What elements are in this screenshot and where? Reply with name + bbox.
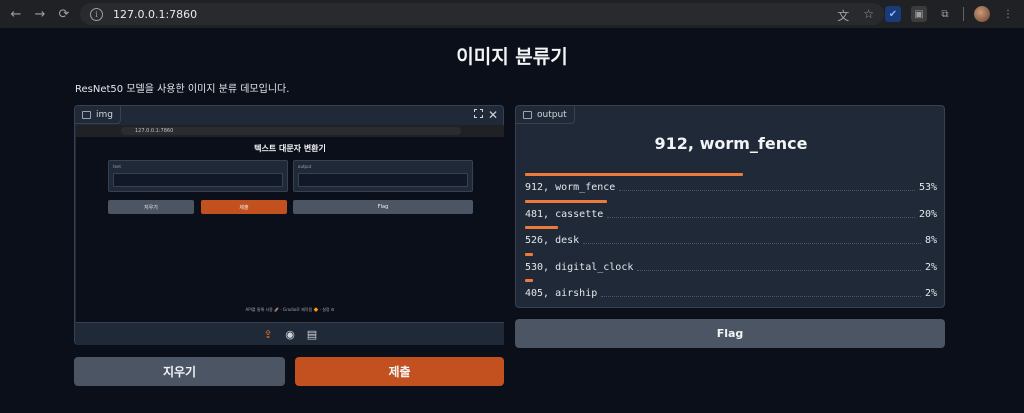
- output-label: output: [516, 106, 575, 124]
- confidence-row: 405, airship 2%: [525, 288, 937, 299]
- forward-icon[interactable]: →: [30, 4, 50, 24]
- image-footer: API를 통해 사용 🚀 · Gradio로 제작됨 🔶 · 설정 ⚙: [245, 307, 335, 312]
- page-title: 이미지 분류기: [456, 46, 568, 68]
- image-source-toolbar: ⇪ ◉ ▤: [76, 322, 504, 345]
- output-label-text: output: [537, 109, 567, 120]
- extension-icon[interactable]: ▣: [911, 6, 927, 22]
- browser-toolbar: ← → ⟳ i 127.0.0.1:7860 文 ☆ ✔ ▣ ⧉ ⋮: [0, 0, 1024, 28]
- webcam-icon[interactable]: ◉: [283, 327, 297, 341]
- image-text-label: text: [113, 164, 121, 169]
- confidence-bar: [525, 199, 608, 203]
- confidence-item: 405, airship 2%: [525, 279, 937, 306]
- confidence-label: 912, worm_fence: [525, 182, 616, 193]
- confidence-dots: [607, 216, 915, 218]
- toolbar-divider: [963, 7, 964, 21]
- confidence-row: 526, desk 8%: [525, 235, 937, 246]
- image-clear-button: 지우기: [108, 200, 194, 214]
- image-input-label-text: img: [96, 109, 113, 120]
- extensions-puzzle-icon[interactable]: ⧉: [937, 6, 953, 22]
- image-submit-button: 제출: [201, 200, 287, 214]
- confidence-bar: [525, 252, 534, 256]
- confidence-dots: [619, 190, 915, 191]
- confidence-percent: 20%: [918, 208, 937, 220]
- upload-icon[interactable]: ⇪: [261, 327, 275, 341]
- confidence-item: 912, worm_fence 53%: [525, 173, 937, 200]
- back-icon[interactable]: ←: [6, 4, 26, 24]
- top-prediction: 912, worm_fence: [654, 134, 808, 153]
- confidence-dots: [637, 269, 921, 271]
- clear-button[interactable]: 지우기: [74, 357, 285, 386]
- uploaded-image: 127.0.0.1:7860 텍스트 대문자 변환기 text output 지…: [76, 125, 504, 322]
- confidence-row: 912, worm_fence 53%: [525, 182, 937, 193]
- image-output-field: [298, 173, 468, 187]
- image-url: 127.0.0.1:7860: [121, 127, 461, 135]
- confidence-bar: [525, 279, 534, 282]
- image-text-box: text: [108, 160, 288, 192]
- confidence-label: 526, desk: [525, 235, 580, 246]
- image-input-panel: img ✕ 127.0.0.1:7860 텍스트 대문자 변환기 text ou…: [74, 105, 504, 345]
- confidence-item: 526, desk 8%: [525, 226, 937, 253]
- confidence-bar: [525, 173, 744, 176]
- reload-icon[interactable]: ⟳: [54, 4, 74, 24]
- extension-check-icon[interactable]: ✔: [885, 6, 901, 22]
- confidence-percent: 8%: [924, 235, 937, 246]
- bookmark-star-icon[interactable]: ☆: [863, 7, 874, 24]
- submit-button[interactable]: 제출: [295, 357, 504, 386]
- label-icon: [523, 110, 532, 119]
- translate-icon[interactable]: 文: [837, 7, 849, 24]
- confidence-percent: 2%: [924, 288, 937, 299]
- fullscreen-icon[interactable]: [474, 109, 483, 118]
- output-panel: output 912, worm_fence 912, worm_fence 53…: [515, 105, 945, 308]
- image-output-box: output: [293, 160, 473, 192]
- site-info-icon[interactable]: i: [90, 7, 103, 21]
- confidence-percent: 2%: [924, 261, 937, 273]
- confidence-list: 912, worm_fence 53% 481, cassette 20% 526, d…: [525, 173, 937, 306]
- confidence-percent: 53%: [918, 182, 937, 193]
- confidence-dots: [583, 243, 921, 244]
- close-icon[interactable]: ✕: [488, 108, 498, 122]
- image-flag-button: Flag: [293, 200, 473, 214]
- confidence-item: 530, digital_clock 2%: [525, 252, 937, 280]
- clipboard-icon[interactable]: ▤: [305, 327, 319, 341]
- image-input-label: img: [75, 106, 121, 124]
- confidence-label: 530, digital_clock: [525, 261, 634, 273]
- image-browser-bar: 127.0.0.1:7860: [76, 125, 504, 137]
- image-output-label: output: [298, 164, 312, 169]
- confidence-label: 405, airship: [525, 288, 598, 299]
- menu-kebab-icon[interactable]: ⋮: [1000, 6, 1016, 22]
- confidence-item: 481, cassette 20%: [525, 199, 937, 227]
- image-text-field: [113, 173, 283, 187]
- image-icon: [82, 110, 91, 119]
- profile-avatar[interactable]: [974, 6, 990, 22]
- confidence-row: 530, digital_clock 2%: [525, 262, 937, 273]
- confidence-label: 481, cassette: [525, 208, 604, 220]
- url-text[interactable]: 127.0.0.1:7860: [113, 8, 197, 21]
- image-app-title: 텍스트 대문자 변환기: [254, 144, 326, 153]
- confidence-row: 481, cassette 20%: [525, 209, 937, 220]
- confidence-dots: [601, 296, 921, 297]
- page-description: ResNet50 모델을 사용한 이미지 분류 데모입니다.: [75, 84, 290, 95]
- address-bar[interactable]: i 127.0.0.1:7860 文 ☆: [80, 3, 884, 25]
- flag-button[interactable]: Flag: [515, 319, 945, 348]
- confidence-bar: [525, 226, 558, 229]
